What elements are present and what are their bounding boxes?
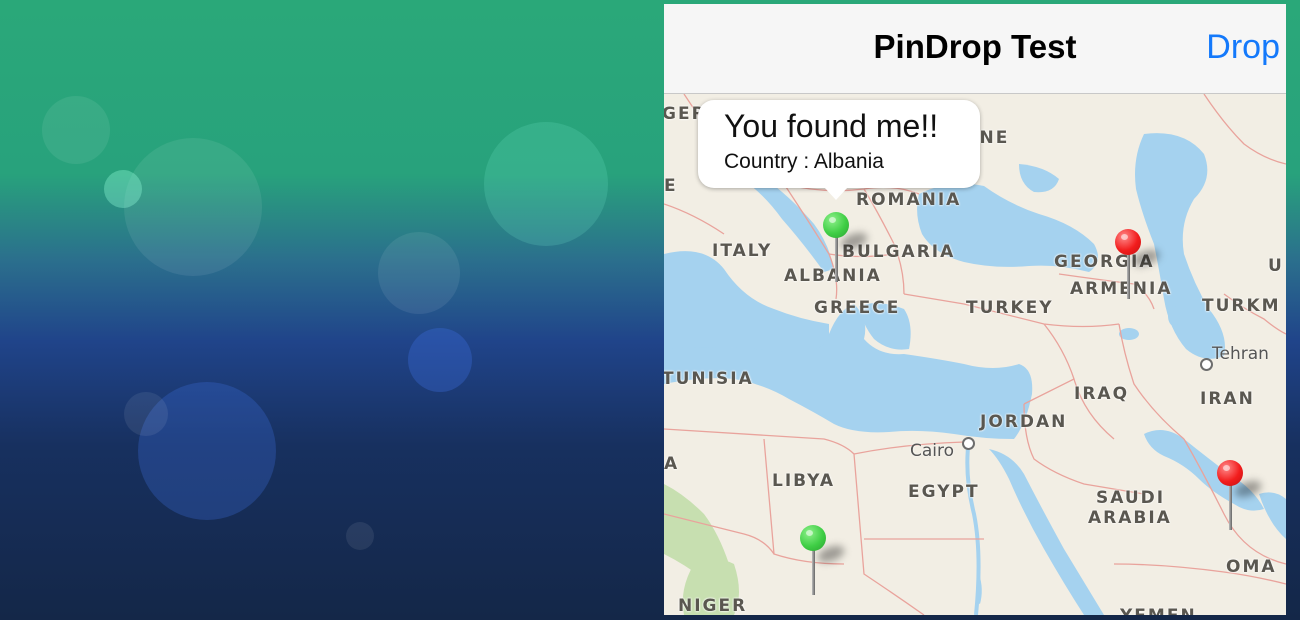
- city-label-tehran: Tehran: [1212, 344, 1269, 364]
- nile-river: [965, 438, 981, 615]
- country-label: LIBYA: [772, 471, 836, 491]
- drop-button[interactable]: Drop: [1206, 28, 1280, 67]
- bokeh-circle: [42, 96, 110, 164]
- pin-needle: [812, 550, 815, 595]
- pin-niger-green[interactable]: [799, 525, 847, 605]
- sea-of-azov: [1019, 164, 1059, 193]
- bokeh-circle: [124, 138, 262, 276]
- pin-callout[interactable]: You found me!! Country : Albania: [698, 100, 980, 200]
- country-label: IRAQ: [1074, 384, 1130, 404]
- country-label: IRAN: [1200, 389, 1255, 409]
- country-label: GREECE: [814, 298, 901, 318]
- country-label: E: [664, 176, 678, 196]
- country-label: NIGER: [678, 596, 748, 615]
- caspian-sea: [1135, 133, 1225, 359]
- lake: [1168, 306, 1180, 326]
- country-label: JORDAN: [980, 412, 1068, 432]
- callout-subtitle: Country : Albania: [724, 150, 884, 173]
- bokeh-circle: [346, 522, 374, 550]
- pin-head-icon: [1115, 229, 1141, 255]
- pin-needle: [1127, 254, 1130, 299]
- navigation-bar: PinDrop Test Drop: [664, 4, 1286, 94]
- country-label: SAUDI: [1096, 488, 1166, 508]
- map-view[interactable]: GERMANY UKRAINE ROMANIA ITALY BULGARIA A…: [664, 94, 1286, 615]
- phone-screen: PinDrop Test Drop ROMANIA ITALY BULGARIA…: [664, 4, 1286, 615]
- page-title: PinDrop Test: [873, 28, 1077, 65]
- pin-head-icon: [823, 212, 849, 238]
- country-label: ITALY: [712, 241, 773, 261]
- country-label: TURKEY: [966, 298, 1054, 318]
- red-sea: [989, 449, 1104, 615]
- bokeh-circle: [408, 328, 472, 392]
- pin-qatar-red[interactable]: [1216, 460, 1264, 540]
- bokeh-circle: [378, 232, 460, 314]
- country-label: A: [664, 454, 680, 474]
- city-label-cairo: Cairo: [910, 441, 955, 461]
- gulf-of-oman: [1259, 492, 1286, 539]
- pin-needle: [1229, 485, 1232, 530]
- pin-head-icon: [800, 525, 826, 551]
- country-label: ROMANIA: [856, 190, 962, 210]
- country-label: YEMEN: [1120, 606, 1197, 615]
- bokeh-circle: [124, 392, 168, 436]
- bokeh-circle: [104, 170, 142, 208]
- callout-title: You found me!!: [724, 108, 939, 144]
- country-label: TUNISIA: [664, 369, 754, 389]
- city-marker-cairo: [962, 437, 975, 450]
- pin-georgia-red[interactable]: [1114, 229, 1162, 309]
- country-label: OMA: [1226, 557, 1277, 577]
- bokeh-circle: [484, 122, 608, 246]
- country-label: U: [1268, 256, 1284, 276]
- country-label: TURKM: [1202, 296, 1281, 316]
- pin-needle: [835, 237, 838, 282]
- country-label: ARABIA: [1088, 508, 1172, 528]
- country-label: EGYPT: [908, 482, 980, 502]
- pin-albania-green[interactable]: [822, 212, 870, 292]
- pin-head-icon: [1217, 460, 1243, 486]
